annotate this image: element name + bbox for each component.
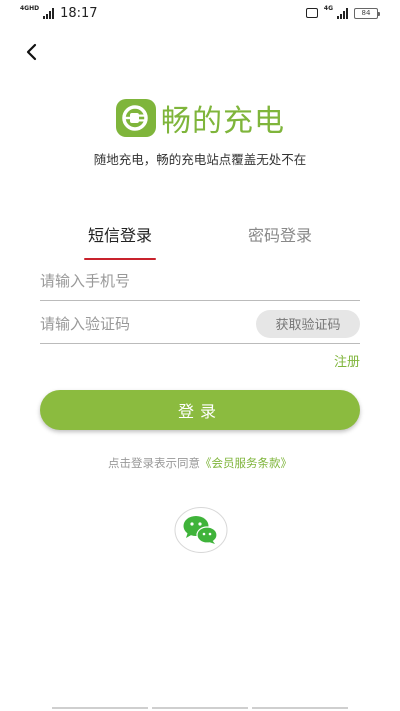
tab-sms-login-label: 短信登录: [87, 226, 152, 245]
code-field: 获取验证码: [40, 304, 360, 344]
navigation-hint-bar: [0, 707, 400, 709]
chevron-left-icon: [26, 43, 37, 61]
agreement-prefix: 点击登录表示同意: [108, 456, 200, 470]
brand-name: 畅的充电: [161, 104, 285, 139]
get-code-button[interactable]: 获取验证码: [256, 309, 360, 338]
wechat-icon: [174, 507, 228, 553]
plug-logo-icon: [116, 99, 156, 137]
cellular-icon: [337, 7, 348, 19]
signal-type-label: 4G: [323, 5, 333, 12]
tab-password-login[interactable]: 密码登录: [200, 222, 360, 260]
status-left: 4GHD 18:17: [20, 6, 98, 21]
terms-link[interactable]: 《会员服务条款》: [200, 456, 292, 470]
phone-input[interactable]: [40, 261, 360, 300]
network-type-label: 4GHD: [20, 5, 40, 12]
status-time: 18:17: [60, 5, 98, 21]
signal-icon: [43, 7, 55, 19]
active-tab-indicator: [84, 257, 156, 260]
register-link[interactable]: 注册: [334, 351, 360, 370]
tab-sms-login[interactable]: 短信登录: [40, 222, 200, 260]
vibrate-icon: [305, 8, 318, 18]
tab-password-login-label: 密码登录: [247, 226, 312, 245]
battery-icon: 84: [354, 7, 380, 19]
back-button[interactable]: [20, 40, 44, 64]
status-bar: 4GHD 18:17 4G 84: [0, 0, 400, 26]
wechat-login-button[interactable]: [174, 506, 228, 554]
brand-header: 畅的充电: [0, 96, 400, 140]
phone-field: [40, 261, 360, 301]
brand-slogan: 随地充电，畅的充电站点覆盖无处不在: [93, 152, 307, 167]
login-tabs: 短信登录 密码登录: [40, 222, 360, 260]
verification-code-input[interactable]: [40, 304, 256, 343]
status-right: 4G 84: [305, 5, 380, 19]
login-button[interactable]: 登录: [40, 390, 360, 430]
agreement-text: 点击登录表示同意《会员服务条款》: [0, 455, 400, 471]
